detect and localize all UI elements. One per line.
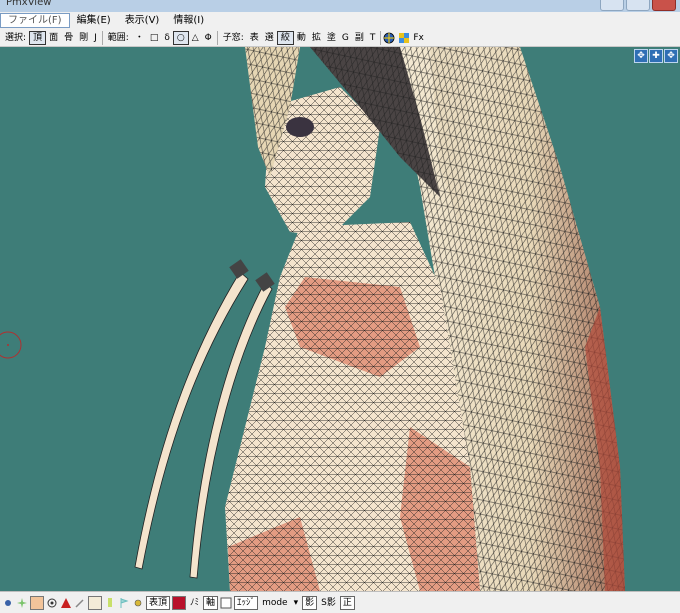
range-delta-button[interactable]: δ — [161, 31, 173, 45]
close-button[interactable] — [652, 0, 676, 11]
globe-icon[interactable] — [383, 32, 395, 44]
sparkle-icon[interactable] — [16, 597, 28, 609]
select-rigid-button[interactable]: 剛 — [76, 31, 91, 45]
triangle-icon[interactable] — [60, 597, 72, 609]
status-bar: 表頂 ﾉﾐ 軸 ｴｯｼﾞ mode ▾ 影 S影 正 — [0, 591, 680, 613]
range-rect-button[interactable]: □ — [147, 31, 162, 45]
eye — [286, 117, 314, 137]
color-swatch-skin[interactable] — [30, 595, 44, 610]
select-bone-button[interactable]: 骨 — [61, 31, 76, 45]
child-scale-button[interactable]: 拡 — [309, 31, 324, 45]
grid-icon[interactable] — [398, 32, 410, 44]
select-vertex-button[interactable]: 頂 — [29, 30, 47, 45]
child-table-button[interactable]: 表 — [247, 31, 262, 45]
gear-icon[interactable] — [132, 597, 144, 609]
edge-button[interactable]: ｴｯｼﾞ — [234, 595, 259, 610]
select-face-button[interactable]: 面 — [46, 31, 61, 45]
separator — [380, 30, 382, 45]
chevron-down-icon: ▾ — [293, 597, 299, 608]
child-paint-button[interactable]: 塗 — [324, 31, 339, 45]
3d-viewport[interactable]: ✥ ✚ ✥ — [0, 47, 680, 591]
child-filter-button[interactable]: 絞 — [276, 30, 294, 45]
vertex-display-button[interactable]: 表頂 — [146, 595, 171, 610]
child-window-label: 子窓: — [222, 32, 244, 43]
model-wireframe — [0, 47, 625, 591]
select-joint-button[interactable]: J — [91, 31, 100, 45]
nomi-button[interactable]: ﾉﾐ — [188, 596, 201, 610]
color-swatch-red[interactable] — [172, 595, 187, 610]
menu-edit[interactable]: 編集(E) — [70, 13, 118, 28]
menu-info[interactable]: 情報(I) — [166, 13, 211, 28]
maximize-button[interactable] — [626, 0, 650, 11]
minimize-button[interactable] — [600, 0, 624, 11]
radio-icon[interactable] — [2, 597, 14, 609]
window-title: PmxView — [6, 0, 52, 8]
shadow-button[interactable]: 影 — [302, 595, 318, 610]
flag-icon[interactable] — [118, 597, 130, 609]
view-nav-buttons: ✥ ✚ ✥ — [634, 49, 678, 63]
move-view-icon[interactable]: ✚ — [649, 49, 663, 63]
range-circle-button[interactable]: ○ — [172, 30, 189, 45]
separator — [101, 30, 103, 45]
material-icon[interactable] — [220, 597, 232, 609]
child-select-button[interactable]: 選 — [262, 31, 277, 45]
child-sub-button[interactable]: 副 — [352, 31, 367, 45]
rotate-view-icon[interactable]: ✥ — [634, 49, 648, 63]
menu-bar: ファイル(F) 編集(E) 表示(V) 情報(I) — [0, 12, 680, 29]
self-shadow-button[interactable]: S影 — [319, 596, 338, 610]
range-point-button[interactable]: ・ — [132, 31, 147, 45]
color-swatch-light[interactable] — [88, 595, 102, 610]
range-triangle-button[interactable]: △ — [189, 31, 202, 45]
correct-button[interactable]: 正 — [339, 595, 355, 610]
child-move-button[interactable]: 動 — [294, 31, 309, 45]
brush-icon[interactable] — [74, 597, 86, 609]
menu-file[interactable]: ファイル(F) — [0, 13, 70, 28]
menu-view[interactable]: 表示(V) — [118, 13, 167, 28]
separator — [216, 30, 218, 45]
mode-dropdown[interactable]: mode — [260, 596, 290, 610]
range-phi-button[interactable]: Φ — [202, 31, 215, 45]
fx-button[interactable]: Fx — [410, 31, 427, 45]
zoom-view-icon[interactable]: ✥ — [664, 49, 678, 63]
range-label: 範囲: — [107, 32, 129, 43]
lamp-icon[interactable] — [104, 597, 116, 609]
toolbar: 選択: 頂 面 骨 剛 J 範囲: ・ □ δ ○ △ Φ 子窓: 表 選 絞 … — [0, 29, 680, 47]
child-t-button[interactable]: T — [367, 31, 379, 45]
axis-button[interactable]: 軸 — [203, 595, 219, 610]
cursor-circle — [0, 331, 22, 359]
select-label: 選択: — [5, 32, 27, 43]
child-g-button[interactable]: G — [339, 31, 352, 45]
target-icon[interactable] — [46, 597, 58, 609]
